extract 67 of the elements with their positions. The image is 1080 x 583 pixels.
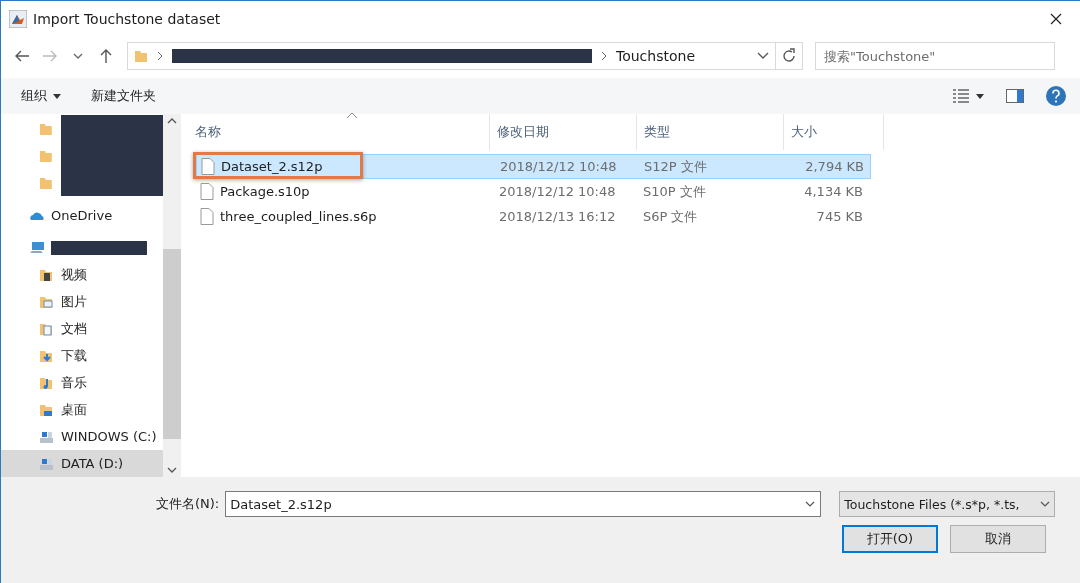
table-cell-text: S6P 文件 bbox=[642, 207, 699, 226]
file-icon bbox=[200, 183, 214, 200]
table-cell-text: 4,134 KB bbox=[803, 184, 863, 199]
chevron-down-icon bbox=[757, 52, 769, 60]
list-view-icon bbox=[952, 88, 970, 104]
column-header[interactable]: 名称 bbox=[188, 114, 490, 150]
breadcrumb-item[interactable]: Touchstone bbox=[616, 48, 696, 64]
scroll-down-icon bbox=[167, 467, 177, 473]
file-icon bbox=[200, 208, 214, 225]
file-icon bbox=[201, 158, 215, 175]
scrollbar-thumb[interactable] bbox=[163, 248, 181, 439]
sidebar-item[interactable]: 文档 bbox=[1, 315, 163, 342]
chevron-down-icon bbox=[805, 501, 816, 507]
file-row[interactable]: Package.s10p 2018/12/12 10:48 S10P 文件 4,134 KB bbox=[196, 179, 871, 204]
sidebar-item[interactable]: DATA (D:) bbox=[1, 450, 163, 477]
help-button[interactable] bbox=[1046, 86, 1066, 106]
chevron-icon bbox=[600, 50, 608, 62]
window-title: Import Touchstone dataset bbox=[33, 10, 222, 27]
sidebar-item[interactable]: 视频 bbox=[1, 261, 163, 288]
folder-icon bbox=[134, 48, 148, 64]
preview-pane-button[interactable] bbox=[1006, 89, 1024, 103]
file-name: Dataset_2.s12p bbox=[221, 159, 323, 174]
caret-icon bbox=[976, 93, 984, 99]
column-header[interactable]: 大小 bbox=[784, 114, 884, 150]
sidebar-item[interactable]: OneDrive bbox=[1, 202, 163, 229]
column-header[interactable]: 类型 bbox=[637, 114, 784, 150]
table-cell-text: 2018/12/12 10:48 bbox=[498, 184, 617, 199]
chevron-down-icon bbox=[1040, 501, 1051, 507]
sidebar-item[interactable]: WINDOWS (C:) bbox=[1, 423, 163, 450]
file-name: three_coupled_lines.s6p bbox=[220, 209, 377, 224]
table-cell-text: 2,794 KB bbox=[804, 159, 864, 174]
sort-icon bbox=[346, 112, 358, 119]
app-icon bbox=[9, 9, 27, 28]
table-cell-text: S10P 文件 bbox=[642, 182, 707, 201]
open-button[interactable]: 打开(O) bbox=[842, 525, 938, 553]
forward-icon bbox=[42, 48, 58, 64]
pane-icon bbox=[1006, 89, 1024, 103]
file-row[interactable]: three_coupled_lines.s6p 2018/12/13 16:12 S6P 文件 745 KB bbox=[196, 204, 871, 229]
chevron-icon bbox=[156, 50, 164, 62]
computer-icon bbox=[29, 239, 45, 256]
scroll-up-icon bbox=[167, 118, 177, 124]
refresh-icon bbox=[781, 48, 797, 64]
table-cell-text: S12P 文件 bbox=[643, 157, 708, 176]
cancel-button[interactable]: 取消 bbox=[950, 525, 1046, 553]
sidebar-item[interactable]: 图片 bbox=[1, 288, 163, 315]
new-folder-button[interactable]: 新建文件夹 bbox=[91, 87, 156, 105]
table-cell-text: 745 KB bbox=[815, 209, 863, 224]
table-cell-text: 2018/12/13 16:12 bbox=[498, 209, 617, 224]
file-name: Package.s10p bbox=[220, 184, 310, 199]
search-field[interactable]: 搜索"Touchstone" bbox=[815, 42, 1055, 70]
file-type-dropdown[interactable]: Touchstone Files (*.s*p, *.ts, bbox=[839, 491, 1056, 517]
help-icon bbox=[1046, 86, 1066, 106]
scrollbar[interactable] bbox=[163, 114, 181, 477]
sidebar-item[interactable]: 音乐 bbox=[1, 369, 163, 396]
filename-field[interactable]: Dataset_2.s12p bbox=[225, 491, 822, 517]
up-icon bbox=[98, 48, 114, 64]
back-icon bbox=[14, 48, 30, 64]
sidebar-item[interactable]: 桌面 bbox=[1, 396, 163, 423]
column-header[interactable]: 修改日期 bbox=[490, 114, 637, 150]
organize-button[interactable]: 组织 bbox=[21, 87, 61, 105]
file-row[interactable]: Dataset_2.s12p 2018/12/12 10:48 S12P 文件 2,794 KB bbox=[196, 154, 871, 179]
sidebar-item[interactable]: 下载 bbox=[1, 342, 163, 369]
table-cell-text: 2018/12/12 10:48 bbox=[499, 159, 618, 174]
view-button[interactable] bbox=[952, 88, 984, 104]
caret-icon bbox=[53, 93, 61, 99]
field-label: 文件名(N): bbox=[156, 495, 220, 513]
close-icon bbox=[1050, 12, 1062, 25]
